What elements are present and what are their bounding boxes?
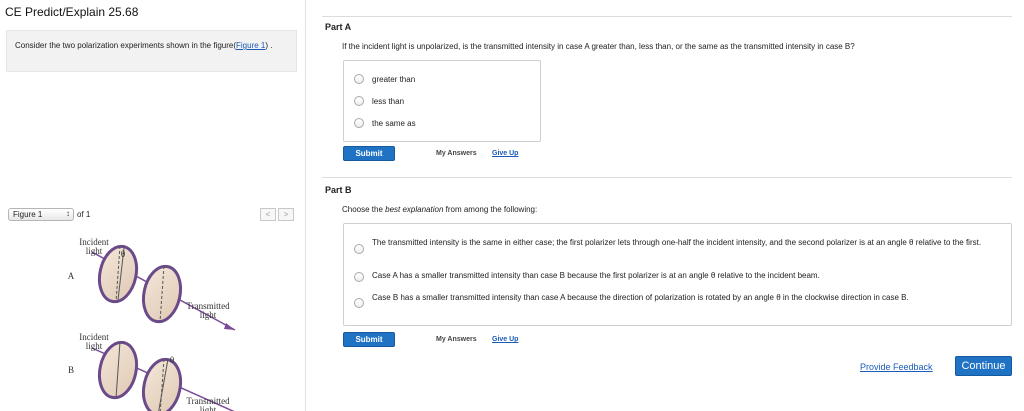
- page-title: CE Predict/Explain 25.68: [5, 5, 139, 19]
- part-a-question: If the incident light is unpolarized, is…: [342, 42, 855, 51]
- next-figure-button[interactable]: >: [278, 208, 294, 221]
- option-less-than[interactable]: less than: [372, 97, 404, 107]
- part-b-divider: [322, 177, 1012, 178]
- radio-explanation-2[interactable]: [354, 272, 364, 282]
- radio-explanation-1[interactable]: [354, 244, 364, 254]
- radio-explanation-3[interactable]: [354, 298, 364, 308]
- case-b-label: B: [67, 365, 74, 375]
- option-explanation-1[interactable]: The transmitted intensity is the same in…: [372, 238, 1000, 248]
- prev-figure-button[interactable]: <: [260, 208, 276, 221]
- theta-label-b: θ: [169, 355, 175, 365]
- light-word-a: light: [85, 246, 103, 256]
- updown-arrows-icon: ↕: [66, 209, 70, 218]
- continue-button[interactable]: Continue: [955, 356, 1012, 376]
- radio-less-than[interactable]: [354, 96, 364, 106]
- intro-suffix: ) .: [265, 41, 273, 50]
- polarization-figure: Incident light θ A Transmitted light Incid…: [30, 232, 260, 411]
- figure-navigation: Figure 1 ↕ of 1 < >: [8, 208, 296, 224]
- light-word-a2: light: [199, 310, 217, 320]
- polarizer-diagram: [91, 244, 236, 411]
- part-a-divider: [322, 16, 1012, 17]
- part-a-title: Part A: [325, 22, 352, 32]
- part-b-question: Choose the best explanation from among t…: [342, 205, 1002, 214]
- part-b-question-em: best explanation: [385, 205, 444, 214]
- part-a-submit-button[interactable]: Submit: [343, 146, 395, 161]
- transmitted-light-label-b: Transmitted light: [180, 397, 236, 411]
- transmitted-light-label-a: Transmitted light: [180, 302, 236, 320]
- incident-light-label-b: Incident light: [74, 333, 114, 351]
- part-b-question-post: from among the following:: [443, 205, 538, 214]
- part-b-give-up[interactable]: Give Up: [492, 336, 518, 343]
- option-same-as[interactable]: the same as: [372, 119, 416, 129]
- theta-label-a: θ: [120, 249, 126, 259]
- part-a-my-answers[interactable]: My Answers: [436, 150, 477, 157]
- intro-box: Consider the two polarization experiment…: [6, 30, 297, 72]
- option-greater-than[interactable]: greater than: [372, 75, 415, 85]
- part-a-choices: greater than less than the same as: [343, 60, 541, 142]
- part-b-question-pre: Choose the: [342, 205, 386, 214]
- case-a-label: A: [67, 271, 75, 281]
- incident-light-label-a: Incident light: [74, 238, 114, 256]
- light-word-b2: light: [199, 405, 217, 411]
- part-b-title: Part B: [325, 185, 352, 195]
- part-b-choices: The transmitted intensity is the same in…: [343, 223, 1012, 326]
- part-b-submit-button[interactable]: Submit: [343, 332, 395, 347]
- provide-feedback-link[interactable]: Provide Feedback: [860, 362, 933, 372]
- part-a-give-up[interactable]: Give Up: [492, 150, 518, 157]
- figure-count: of 1: [77, 210, 91, 219]
- figure-pager: < >: [224, 208, 294, 222]
- option-explanation-2[interactable]: Case A has a smaller transmitted intensi…: [372, 271, 1000, 281]
- figure-link[interactable]: Figure 1: [236, 41, 265, 50]
- radio-greater-than[interactable]: [354, 74, 364, 84]
- part-b-my-answers[interactable]: My Answers: [436, 336, 477, 343]
- figure-select[interactable]: Figure 1 ↕: [8, 208, 74, 221]
- option-explanation-3[interactable]: Case B has a smaller transmitted intensi…: [372, 293, 1000, 303]
- radio-same-as[interactable]: [354, 118, 364, 128]
- figure-select-value: Figure 1: [13, 210, 43, 219]
- intro-text: Consider the two polarization experiment…: [15, 41, 237, 50]
- light-word-b: light: [85, 341, 103, 351]
